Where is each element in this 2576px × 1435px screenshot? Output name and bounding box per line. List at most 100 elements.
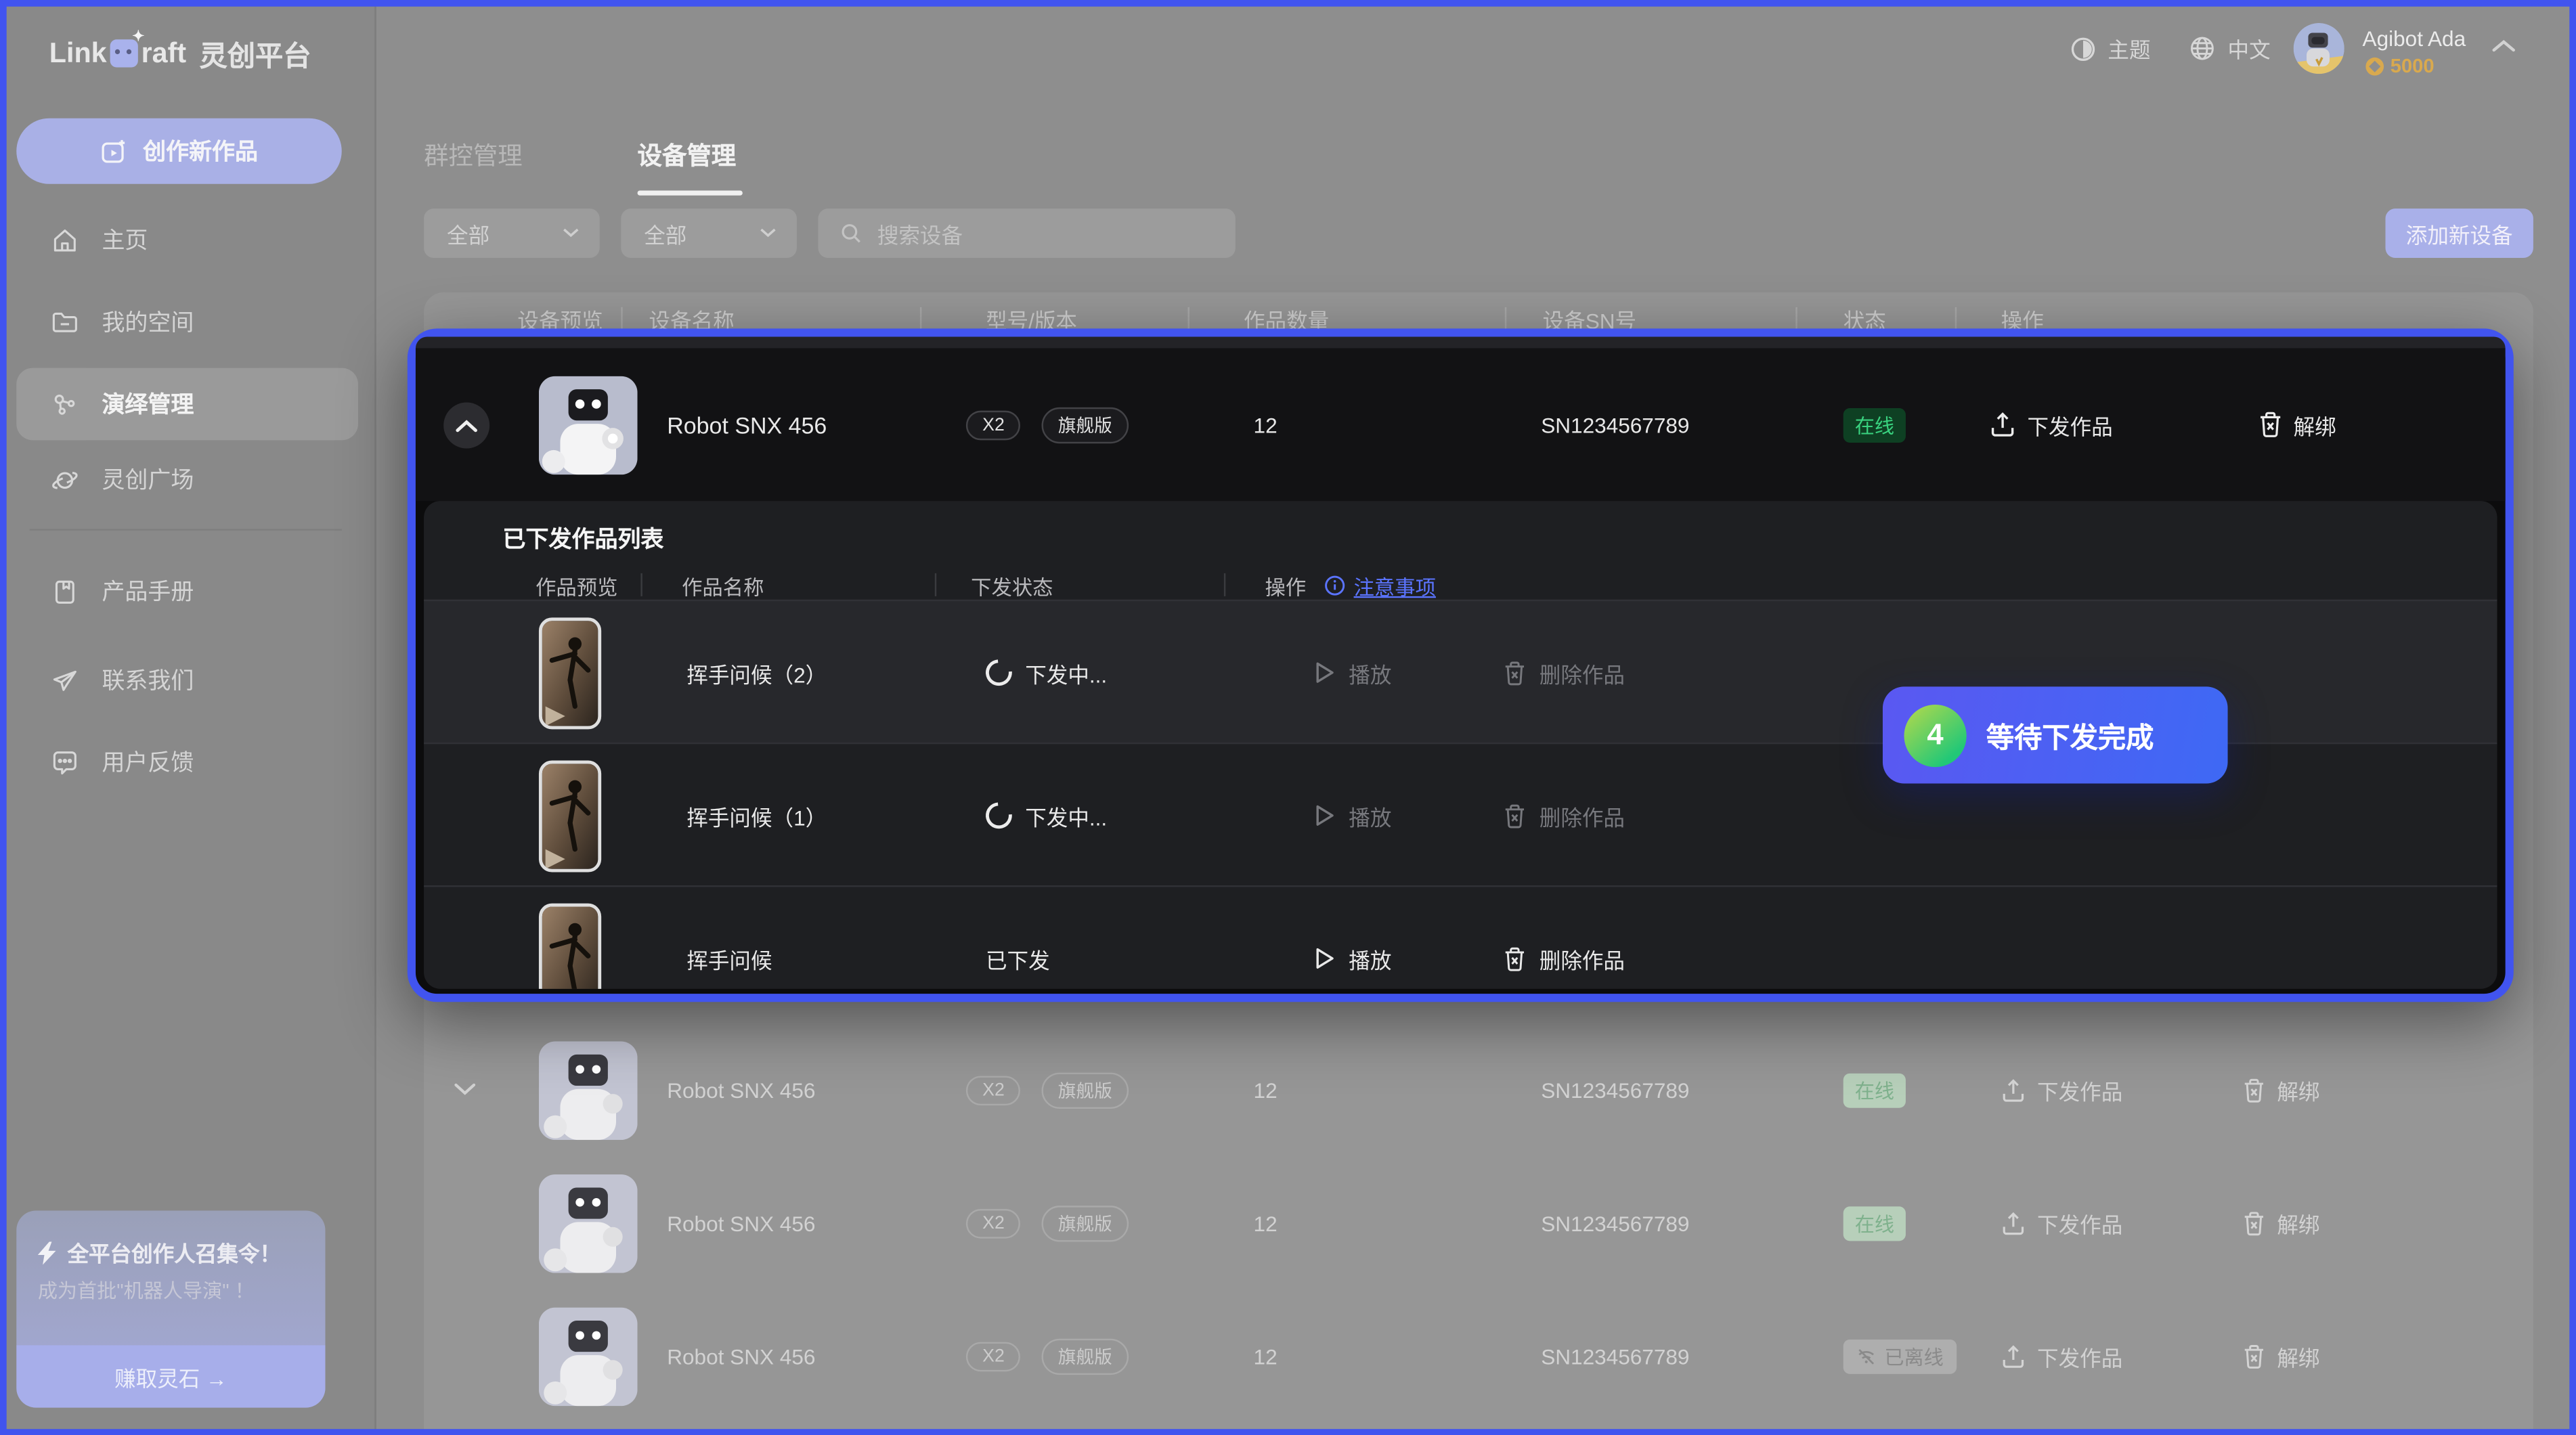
unbind-action[interactable]: 解绑 (2242, 1340, 2319, 1371)
header-separator (1224, 573, 1225, 596)
theme-toggle[interactable]: 主题 (2070, 33, 2151, 64)
device-thumbnail (539, 375, 638, 474)
work-thumbnail (539, 902, 601, 988)
earn-gems-button[interactable]: 赚取灵石 → (16, 1345, 325, 1407)
filter-dropdown-2[interactable]: 全部 (621, 208, 797, 258)
trash-icon (1503, 946, 1526, 971)
sidebar-item-my-space[interactable]: 我的空间 (16, 289, 358, 355)
sidebar-item-plaza[interactable]: 灵创广场 (16, 447, 358, 512)
device-row[interactable]: Robot SNX 456 X2 旗舰版 12 SN1234567789 在线 … (424, 1023, 2533, 1157)
upload-icon (1990, 412, 2016, 438)
chevron-down-icon (562, 227, 580, 240)
book-icon (49, 577, 79, 605)
message-dots-icon (49, 748, 79, 776)
expand-chevron-down-icon[interactable] (454, 1082, 477, 1098)
filter-dropdown-1[interactable]: 全部 (424, 208, 600, 258)
info-icon (1324, 574, 1346, 596)
search-input[interactable]: 搜索设备 (818, 208, 1235, 258)
avatar[interactable] (2294, 23, 2344, 74)
dropdown-value: 全部 (447, 218, 562, 249)
status-badge: 在线 (1843, 407, 1906, 442)
device-thumbnail (539, 1174, 638, 1273)
work-name: 挥手问候（2） (686, 657, 827, 688)
notice-link[interactable]: 注意事项 (1324, 567, 1436, 602)
sidebar-item-label: 用户反馈 (102, 746, 194, 779)
tab-group-control[interactable]: 群控管理 (424, 138, 523, 173)
deploy-work-action[interactable]: 下发作品 (2001, 1208, 2123, 1239)
sidebar-item-product-manual[interactable]: 产品手册 (16, 558, 358, 624)
work-name: 挥手问候（1） (686, 800, 827, 831)
work-count: 12 (1254, 1344, 1278, 1368)
play-action[interactable]: 播放 (1314, 943, 1391, 974)
expanded-device-panel: Robot SNX 456 X2 旗舰版 12 SN1234567789 在线 … (408, 328, 2514, 1002)
play-action-disabled: 播放 (1314, 800, 1391, 831)
sidebar-item-home[interactable]: 主页 (16, 207, 358, 273)
avatar-image (2294, 23, 2344, 74)
bolt-icon (38, 1241, 58, 1264)
sidebar-item-contact-us[interactable]: 联系我们 (16, 647, 358, 713)
version-badge: 旗舰版 (1042, 1205, 1129, 1241)
model-badge: X2 (966, 1341, 1021, 1371)
device-row[interactable]: Robot SNX 456 X2 旗舰版 12 SN1234567789 已离线… (424, 1289, 2533, 1423)
device-thumbnail (539, 1040, 638, 1139)
model-badge: X2 (966, 1208, 1021, 1238)
unbind-action[interactable]: 解绑 (2259, 409, 2336, 440)
delete-work-action-disabled: 删除作品 (1503, 800, 1625, 831)
deploy-status: 下发中... (986, 657, 1107, 688)
search-icon (839, 222, 863, 245)
logo-text-cn: 灵创平台 (199, 33, 311, 74)
sidebar-item-feedback[interactable]: 用户反馈 (16, 729, 358, 795)
work-count: 12 (1254, 1210, 1278, 1235)
unbind-action[interactable]: 解绑 (2242, 1208, 2319, 1239)
device-name: Robot SNX 456 (667, 1344, 815, 1368)
trash-icon (2242, 1344, 2265, 1368)
sidebar-item-label: 演绎管理 (102, 388, 194, 421)
coin-amount: 5000 (2391, 54, 2435, 77)
sidebar-item-performance-management[interactable]: 演绎管理 (16, 368, 358, 441)
collapse-chevron-up-button[interactable] (443, 401, 489, 447)
status-badge: 在线 (1843, 1206, 1906, 1240)
coin-icon (2365, 57, 2384, 75)
device-name: Robot SNX 456 (667, 1078, 815, 1102)
app-window: Linkraft 灵创平台 创作新作品 主页 我的空间 (0, 0, 2576, 1435)
sidebar-item-label: 产品手册 (102, 575, 194, 608)
device-name: Robot SNX 456 (667, 1210, 815, 1235)
trash-icon (2259, 412, 2282, 438)
work-count: 12 (1254, 1078, 1278, 1102)
add-device-button[interactable]: 添加新设备 (2386, 208, 2533, 258)
work-thumbnail (539, 759, 601, 871)
create-new-work-button[interactable]: 创作新作品 (16, 118, 341, 184)
status-badge-offline: 已离线 (1843, 1339, 1957, 1373)
col-header-operations: 操作 (1265, 567, 1307, 602)
app-logo: Linkraft 灵创平台 (49, 33, 311, 74)
language-switcher[interactable]: 中文 (2188, 33, 2270, 64)
work-thumbnail (539, 617, 601, 728)
deploy-work-action[interactable]: 下发作品 (1990, 409, 2113, 440)
col-header-work-name: 作品名称 (682, 567, 764, 602)
work-name: 挥手问候 (686, 943, 772, 974)
device-row[interactable]: Robot SNX 456 X2 旗舰版 12 SN1234567789 在线 … (424, 1156, 2533, 1289)
device-sn: SN1234567789 (1541, 1078, 1689, 1102)
spinner-icon (980, 654, 1018, 691)
play-action-disabled: 播放 (1314, 657, 1391, 688)
tab-device-management[interactable]: 设备管理 (638, 138, 737, 173)
delete-work-action[interactable]: 删除作品 (1503, 943, 1625, 974)
account-chevron-up-icon[interactable] (2491, 36, 2517, 56)
planet-icon (49, 466, 79, 493)
unbind-action[interactable]: 解绑 (2242, 1074, 2319, 1105)
play-icon (1314, 804, 1336, 827)
device-sn: SN1234567789 (1541, 412, 1689, 437)
device-sn: SN1234567789 (1541, 1344, 1689, 1368)
trash-icon (2242, 1078, 2265, 1102)
deploy-work-action[interactable]: 下发作品 (2001, 1340, 2123, 1371)
home-icon (49, 226, 79, 254)
sidebar-item-label: 主页 (102, 223, 148, 257)
sidebar-item-label: 联系我们 (102, 663, 194, 697)
work-row: 挥手问候 已下发 播放 删除作品 (424, 885, 2497, 989)
promo-subtitle: 成为首批"机器人导演" ！ (38, 1277, 255, 1304)
play-icon (1314, 661, 1336, 684)
search-placeholder: 搜索设备 (877, 218, 963, 249)
spinner-icon (980, 797, 1018, 834)
delete-work-action-disabled: 删除作品 (1503, 657, 1625, 688)
deploy-work-action[interactable]: 下发作品 (2001, 1074, 2123, 1105)
